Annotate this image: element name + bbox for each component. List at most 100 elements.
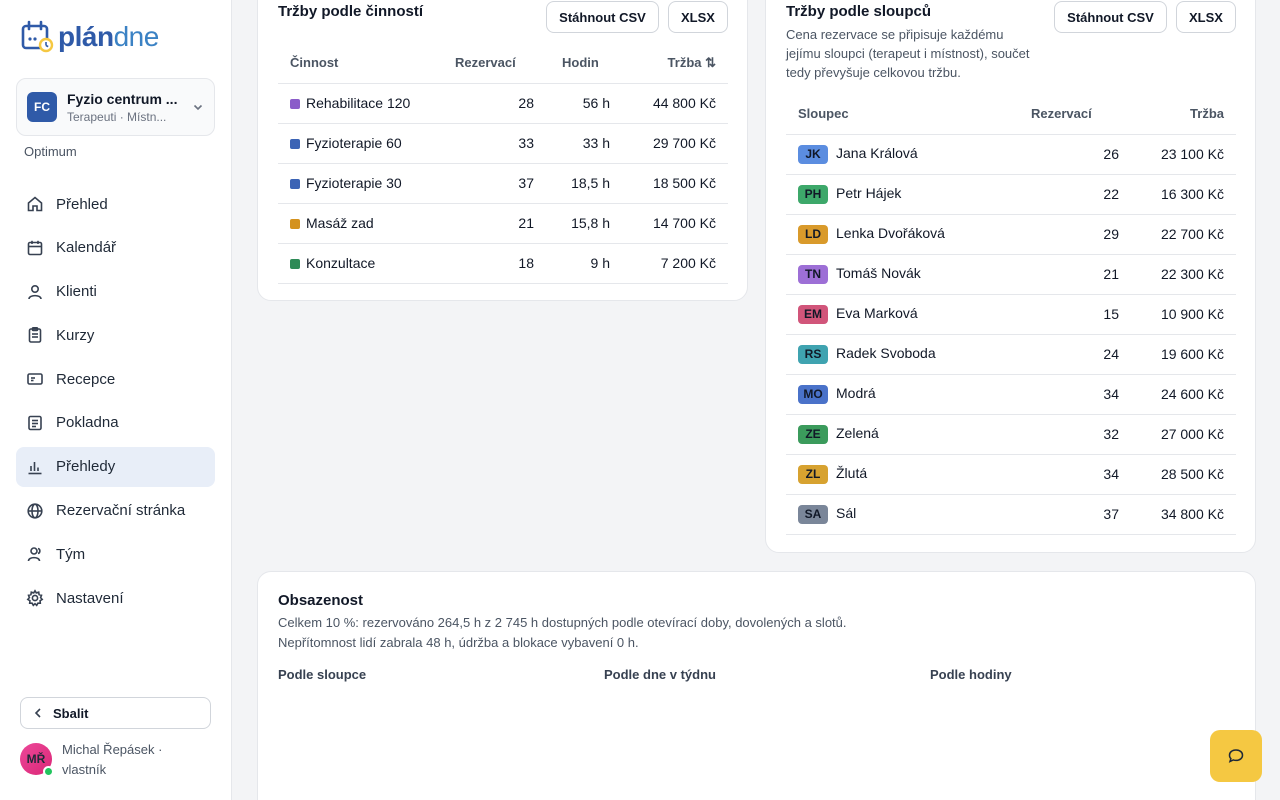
table-row[interactable]: ZE Zelená 32 27 000 Kč — [786, 414, 1236, 455]
reservations-cell: 21 — [1019, 254, 1131, 295]
table-row[interactable]: RS Radek Svoboda 24 19 600 Kč — [786, 334, 1236, 375]
column-tag: EM — [798, 304, 828, 324]
column-name: Petr Hájek — [836, 184, 902, 201]
home-icon — [27, 196, 43, 212]
reservations-cell: 15 — [1019, 294, 1131, 335]
table-row[interactable]: JK Jana Králová 26 23 100 Kč — [786, 134, 1236, 175]
table-row[interactable]: Rehabilitace 120 28 56 h 44 800 Kč — [278, 83, 728, 124]
activity-name: Konzultace — [306, 255, 376, 271]
table-header-row: Sloupec Rezervací Tržba — [786, 94, 1236, 135]
card-description: Celkem 10 %: rezervováno 264,5 h z 2 745… — [278, 615, 847, 650]
table-row[interactable]: Fyzioterapie 30 37 18,5 h 18 500 Kč — [278, 163, 728, 204]
activity-name: Fyzioterapie 30 — [306, 175, 402, 191]
revenue-cell: 18 500 Kč — [622, 163, 728, 204]
card-icon — [27, 373, 43, 385]
nav-item-nastaveni[interactable]: Nastavení — [16, 578, 215, 618]
download-csv-button[interactable]: Stáhnout CSV — [546, 1, 659, 33]
chart-icon — [28, 461, 42, 475]
col-header-column[interactable]: Sloupec — [786, 94, 1019, 135]
hours-cell: 18,5 h — [546, 163, 622, 204]
nav-item-pokladna[interactable]: Pokladna — [16, 403, 215, 443]
revenue-cell: 23 100 Kč — [1131, 134, 1236, 175]
col-header-revenue[interactable]: Tržba — [1131, 94, 1236, 135]
main-nav: Přehled Kalendář Klienti Kurzy Recepce P… — [16, 184, 215, 622]
table-row[interactable]: ZL Žlutá 34 28 500 Kč — [786, 454, 1236, 495]
activity-color-swatch — [290, 139, 300, 149]
column-name: Modrá — [836, 384, 876, 401]
chat-button[interactable] — [1210, 730, 1262, 782]
column-tag: ZL — [798, 464, 828, 484]
online-status-dot — [43, 766, 54, 777]
table-row[interactable]: Fyzioterapie 60 33 33 h 29 700 Kč — [278, 123, 728, 164]
chat-bubble-icon — [1228, 749, 1244, 763]
activity-color-swatch — [290, 99, 300, 109]
column-name: Sál — [836, 504, 857, 521]
table-row[interactable]: PH Petr Hájek 22 16 300 Kč — [786, 174, 1236, 215]
activity-name: Fyzioterapie 60 — [306, 135, 402, 151]
table-row[interactable]: EM Eva Marková 15 10 900 Kč — [786, 294, 1236, 335]
table-row[interactable]: Konzultace 18 9 h7 200 Kč — [278, 243, 728, 284]
logo[interactable]: plándne — [20, 20, 159, 54]
team-icon — [27, 547, 41, 562]
table-row[interactable]: Masáž zad 21 15,8 h 14 700 Kč — [278, 203, 728, 244]
revenue-cell: 7 200 Kč — [622, 243, 728, 284]
reservations-cell: 37 — [1019, 494, 1131, 535]
table-row[interactable]: LD Lenka Dvořáková 29 22 700 Kč — [786, 214, 1236, 255]
revenue-cell: 28 500 Kč — [1131, 454, 1236, 495]
hours-cell: 56 h — [546, 83, 622, 124]
chevron-left-icon — [34, 708, 41, 718]
download-xlsx-button[interactable]: XLSX — [1176, 1, 1236, 33]
col-header-reservations[interactable]: Rezervací — [443, 43, 546, 84]
column-name: Zelená — [836, 424, 879, 441]
column-name: Tomáš Novák — [836, 264, 921, 281]
reservations-cell: 21 — [443, 203, 546, 244]
nav-item-prehledy[interactable]: Přehledy — [16, 446, 215, 487]
column-tag: LD — [798, 224, 828, 244]
activity-color-swatch — [290, 259, 300, 269]
col-header-activity[interactable]: Činnost — [278, 43, 443, 84]
table-row[interactable]: TN Tomáš Novák 21 22 300 Kč — [786, 254, 1236, 295]
column-tag: SA — [798, 504, 828, 524]
revenue-cell: 10 900 Kč — [1131, 294, 1236, 335]
occupancy-by-column-heading: Podle sloupce — [278, 667, 367, 682]
occupancy-card: Obsazenost Celkem 10 %: rezervováno 264,… — [257, 571, 1256, 800]
card-title: Tržby podle sloupců — [786, 3, 932, 20]
org-switcher[interactable]: FC Fyzio centrum ... Terapeuti · Místn..… — [16, 78, 215, 136]
table-row[interactable]: MO Modrá 34 24 600 Kč — [786, 374, 1236, 415]
revenue-cell: 16 300 Kč — [1131, 174, 1236, 215]
column-tag: JK — [798, 144, 828, 164]
plan-label: Optimum — [24, 144, 77, 159]
col-header-hours[interactable]: Hodin — [546, 43, 622, 84]
activity-color-swatch — [290, 219, 300, 229]
user-role: vlastník — [62, 762, 107, 777]
download-xlsx-button[interactable]: XLSX — [668, 1, 728, 33]
col-header-revenue[interactable]: Tržba ⇅ — [622, 43, 728, 84]
revenue-cell: 22 700 Kč — [1131, 214, 1236, 255]
nav-item-recepce[interactable]: Recepce — [16, 359, 215, 399]
columns-table: Sloupec Rezervací Tržba JK Jana Králová 26… — [786, 94, 1236, 535]
revenue-by-column-card: Tržby podle sloupců Cena rezervace se př… — [765, 0, 1256, 553]
nav-item-rezervacni-stranka[interactable]: Rezervační stránka — [16, 491, 215, 531]
reservations-cell: 34 — [1019, 454, 1131, 495]
nav-item-kurzy[interactable]: Kurzy — [16, 315, 215, 355]
clipboard-icon — [28, 327, 42, 344]
card-title: Obsazenost — [278, 592, 364, 609]
reservations-cell: 24 — [1019, 334, 1131, 375]
column-tag: TN — [798, 264, 828, 284]
nav-item-kalendar[interactable]: Kalendář — [16, 228, 215, 268]
column-name: Jana Králová — [836, 144, 918, 161]
revenue-cell: 44 800 Kč — [622, 83, 728, 124]
user-menu[interactable]: MŘ Michal Řepásek · vlastník — [20, 740, 162, 780]
collapse-sidebar-button[interactable]: Sbalit — [20, 697, 211, 729]
sidebar: plándne FC Fyzio centrum ... Terapeuti ·… — [0, 0, 232, 800]
col-header-reservations[interactable]: Rezervací — [1019, 94, 1131, 135]
table-row[interactable]: SA Sál 37 34 800 Kč — [786, 494, 1236, 535]
revenue-cell: 22 300 Kč — [1131, 254, 1236, 295]
nav-item-tym[interactable]: Tým — [16, 534, 215, 574]
download-csv-button[interactable]: Stáhnout CSV — [1054, 1, 1167, 33]
reservations-cell: 32 — [1019, 414, 1131, 455]
reservations-cell: 26 — [1019, 134, 1131, 175]
nav-item-prehled[interactable]: Přehled — [16, 184, 215, 224]
column-name: Žlutá — [836, 464, 868, 481]
nav-item-klienti[interactable]: Klienti — [16, 272, 215, 312]
